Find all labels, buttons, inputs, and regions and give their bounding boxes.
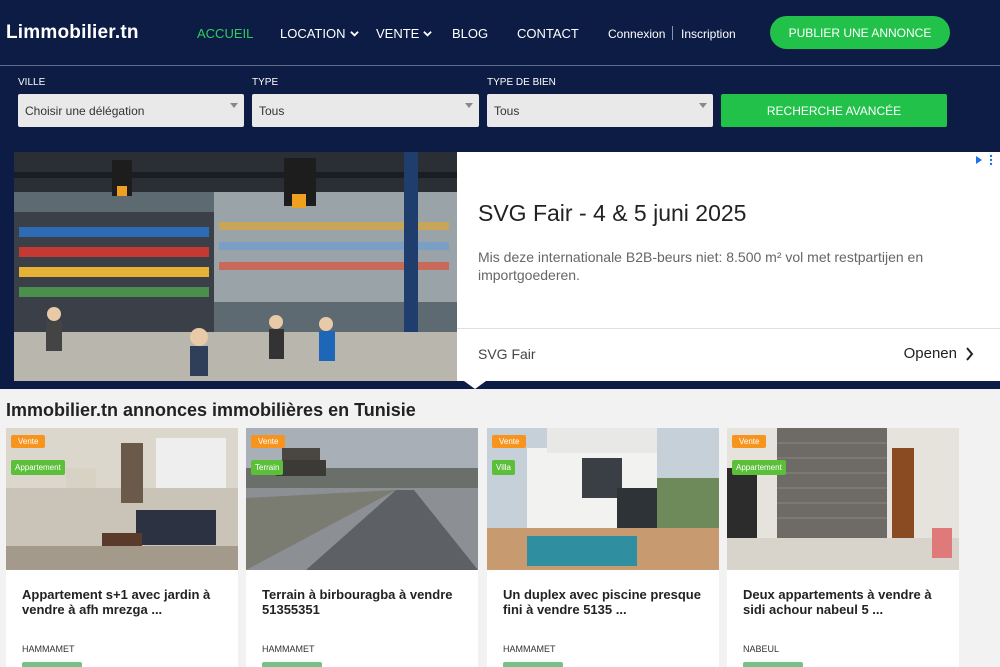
register-link[interactable]: Inscription xyxy=(681,27,736,41)
type-select[interactable]: Tous xyxy=(252,94,479,127)
ad-open-label: Openen xyxy=(903,345,957,362)
status-badge: Vente xyxy=(492,435,527,448)
ville-select[interactable]: Choisir une délégation xyxy=(18,94,244,127)
nav-accueil-label: ACCUEIL xyxy=(197,26,254,41)
ad-title[interactable]: SVG Fair - 4 & 5 juni 2025 xyxy=(478,200,746,227)
type-badge: Appartement xyxy=(11,460,65,475)
status-badge: Vente xyxy=(11,435,46,448)
nav-divider xyxy=(672,26,673,40)
bien-select-value: Tous xyxy=(494,103,520,118)
apartment-interior-image xyxy=(6,428,238,570)
dropdown-arrow-icon xyxy=(230,103,238,108)
chevron-right-icon xyxy=(966,346,974,361)
listing-card[interactable]: Vente Appartement Appartement s+1 avec j… xyxy=(6,428,238,667)
ville-select-value: Choisir une délégation xyxy=(25,103,145,118)
listing-price xyxy=(262,662,322,667)
type-label: TYPE xyxy=(252,77,279,88)
search-bar: VILLE Choisir une délégation TYPE Tous T… xyxy=(0,66,1000,152)
nav-blog[interactable]: BLOG xyxy=(452,26,488,41)
listing-title[interactable]: Appartement s+1 avec jardin à vendre à a… xyxy=(22,587,227,617)
ad-choices[interactable] xyxy=(974,154,994,166)
login-link[interactable]: Connexion xyxy=(608,27,665,41)
dropdown-arrow-icon xyxy=(699,103,707,108)
listing-image[interactable]: Vente Terrain xyxy=(246,428,478,570)
warehouse-store-image xyxy=(14,152,457,381)
nav-vente-label: VENTE xyxy=(376,26,420,41)
ad-image[interactable] xyxy=(14,152,457,381)
listing-image[interactable]: Vente Appartement xyxy=(727,428,959,570)
listing-card[interactable]: Vente Terrain Terrain à birbouragba à ve… xyxy=(246,428,478,667)
road-terrain-image xyxy=(246,428,478,570)
listing-price xyxy=(503,662,563,667)
listing-city: HAMMAMET xyxy=(22,644,75,654)
listing-title[interactable]: Deux appartements à vendre à sidi achour… xyxy=(743,587,948,617)
register-label: Inscription xyxy=(681,27,736,41)
type-select-value: Tous xyxy=(259,103,285,118)
listing-card[interactable]: Vente Villa Un duplex avec piscine presq… xyxy=(487,428,719,667)
ad-choices-icon xyxy=(976,156,982,164)
listing-image[interactable]: Vente Appartement xyxy=(6,428,238,570)
ad-text-panel[interactable]: SVG Fair - 4 & 5 juni 2025 Mis deze inte… xyxy=(457,152,1000,381)
listing-city: NABEUL xyxy=(743,644,780,654)
living-room-image xyxy=(727,428,959,570)
bien-label: TYPE DE BIEN xyxy=(487,77,556,88)
status-badge: Vente xyxy=(732,435,767,448)
listing-city: HAMMAMET xyxy=(262,644,315,654)
type-badge: Terrain xyxy=(251,460,284,475)
nav-location-label: LOCATION xyxy=(280,26,346,41)
ad-open-button[interactable]: Openen xyxy=(904,345,974,362)
listing-price xyxy=(743,662,803,667)
nav-blog-label: BLOG xyxy=(452,26,489,41)
site-logo[interactable]: Limmobilier.tn xyxy=(6,22,139,44)
listing-price xyxy=(22,662,82,667)
listing-city: HAMMAMET xyxy=(503,644,556,654)
nav-contact-label: CONTACT xyxy=(517,26,579,41)
villa-pool-image xyxy=(487,428,719,570)
type-badge: Appartement xyxy=(732,460,786,475)
nav-contact[interactable]: CONTACT xyxy=(517,26,579,41)
ad-brand[interactable]: SVG Fair xyxy=(478,346,536,362)
status-badge: Vente xyxy=(251,435,286,448)
advertisement[interactable]: SVG Fair - 4 & 5 juni 2025 Mis deze inte… xyxy=(0,152,1000,389)
ad-divider xyxy=(457,328,1000,329)
advanced-search-button[interactable]: RECHERCHE AVANCÉE xyxy=(721,94,947,127)
publish-ad-button[interactable]: PUBLIER UNE ANNONCE xyxy=(770,16,950,49)
listing-card[interactable]: Vente Appartement Deux appartements à ve… xyxy=(727,428,959,667)
ville-label: VILLE xyxy=(18,77,46,88)
ad-description: Mis deze internationale B2B-beurs niet: … xyxy=(478,249,924,283)
login-label: Connexion xyxy=(608,27,666,41)
chevron-down-icon xyxy=(349,31,359,37)
nav-location[interactable]: LOCATION xyxy=(280,26,359,41)
listing-image[interactable]: Vente Villa xyxy=(487,428,719,570)
more-vertical-icon xyxy=(989,154,993,166)
listing-title[interactable]: Terrain à birbouragba à vendre 51355351 xyxy=(262,587,467,617)
top-navbar: Limmobilier.tn ACCUEIL LOCATION VENTE BL… xyxy=(0,0,1000,66)
ad-notch xyxy=(464,381,486,389)
nav-accueil[interactable]: ACCUEIL xyxy=(197,26,253,41)
chevron-down-icon xyxy=(423,31,433,37)
dropdown-arrow-icon xyxy=(465,103,473,108)
nav-vente[interactable]: VENTE xyxy=(376,26,433,41)
bien-select[interactable]: Tous xyxy=(487,94,713,127)
listing-title[interactable]: Un duplex avec piscine presque fini à ve… xyxy=(503,587,708,617)
type-badge: Villa xyxy=(492,460,515,475)
listings-heading: Immobilier.tn annonces immobilières en T… xyxy=(6,400,416,420)
